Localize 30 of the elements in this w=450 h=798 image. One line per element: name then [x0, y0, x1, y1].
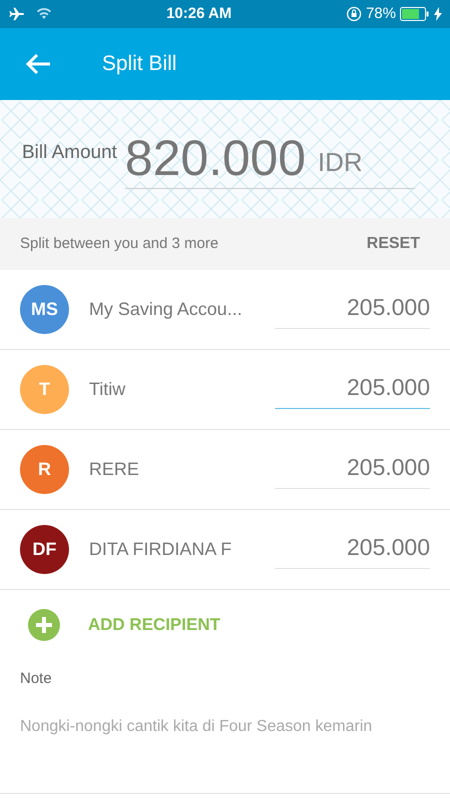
split-summary: Split between you and 3 more	[20, 234, 218, 254]
recipient-name: My Saving Accou...	[89, 298, 242, 321]
recipient-name: Titiw	[89, 378, 126, 401]
charging-icon	[434, 7, 442, 21]
currency-label: IDR	[318, 146, 363, 178]
battery-icon	[400, 7, 430, 21]
wifi-icon	[36, 8, 52, 20]
plus-icon	[28, 609, 60, 641]
amount-field[interactable]: 205.000	[275, 290, 430, 330]
avatar: T	[20, 365, 69, 414]
back-arrow-icon	[24, 52, 52, 76]
note-field[interactable]: Nongki-nongki cantik kita di Four Season kemarin	[20, 714, 430, 738]
reset-button[interactable]: RESET	[366, 232, 420, 256]
back-button[interactable]	[24, 52, 52, 76]
avatar: R	[20, 445, 69, 494]
airplane-icon	[8, 7, 26, 21]
status-time: 10:26 AM	[166, 4, 232, 24]
avatar: DF	[20, 525, 69, 574]
amount-field[interactable]: 205.000	[275, 370, 430, 410]
note-label: Note	[20, 669, 53, 689]
recipient-name: RERE	[89, 458, 140, 481]
avatar: MS	[20, 285, 69, 334]
amount-field[interactable]: 205.000	[275, 530, 430, 570]
bill-amount-label: Bill Amount	[22, 140, 118, 165]
bill-amount-field[interactable]: 820.000 IDR	[125, 130, 416, 188]
recipient-name: DITA FIRDIANA F	[89, 538, 232, 561]
rotation-lock-icon	[346, 6, 362, 22]
amount-field[interactable]: 205.000	[275, 450, 430, 490]
screen-title: Split Bill	[102, 51, 177, 78]
battery-percent: 78%	[366, 4, 396, 24]
